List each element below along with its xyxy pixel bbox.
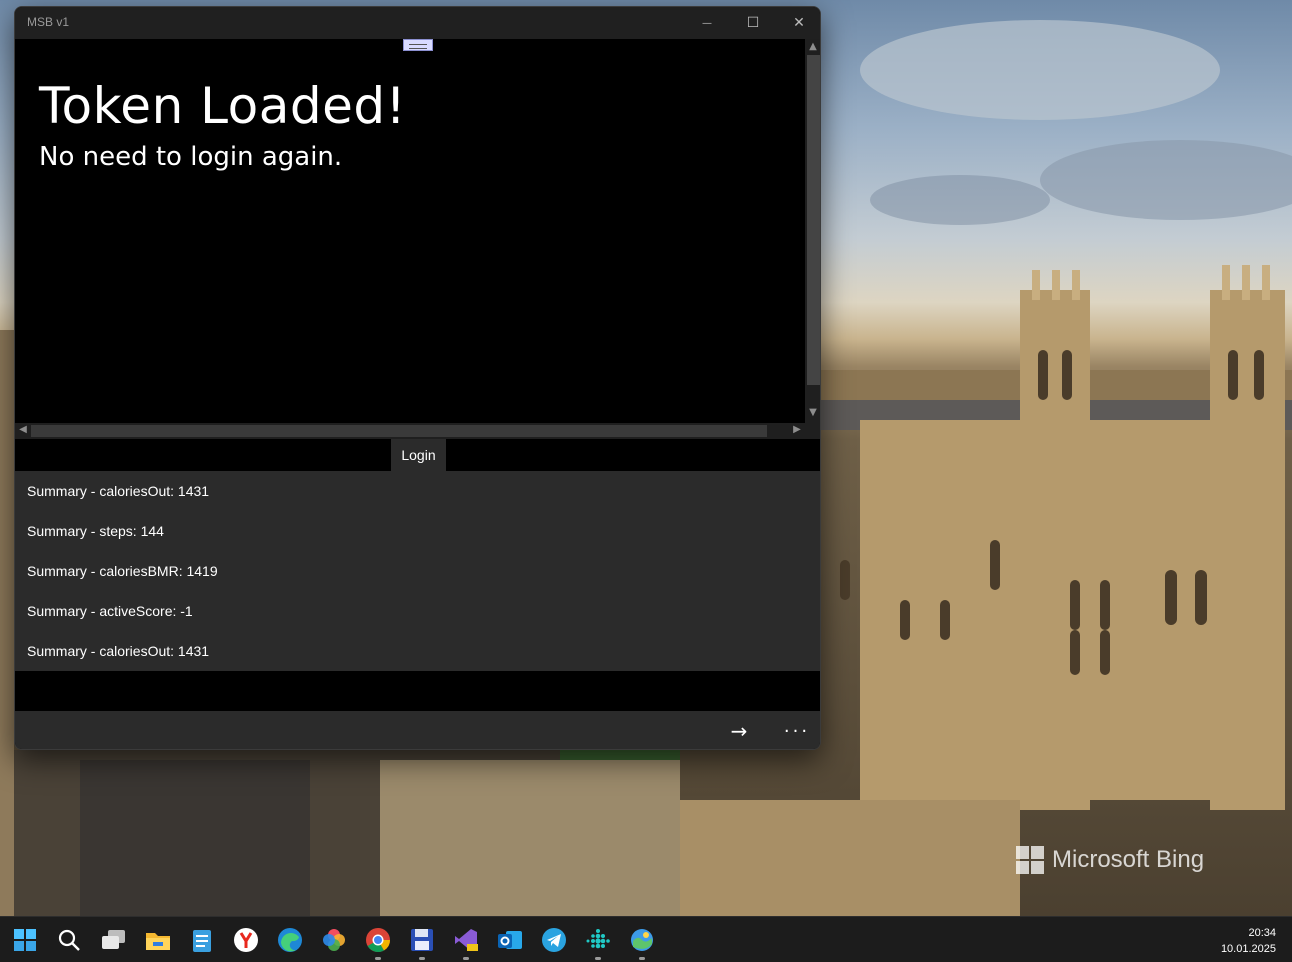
vertical-scrollbar[interactable]: ▲ ▼ — [805, 39, 820, 423]
weather-app-button[interactable] — [625, 924, 659, 960]
bing-logo-icon — [1016, 846, 1044, 874]
tray-clock[interactable]: 20:34 10.01.2025 — [1221, 925, 1276, 957]
minimize-button[interactable]: — — [684, 7, 730, 39]
list-item[interactable]: Summary - caloriesBMR: 1419 — [15, 551, 820, 591]
save-app-button[interactable] — [405, 924, 439, 960]
chrome-icon — [366, 928, 390, 953]
fitbit-button[interactable] — [581, 924, 615, 960]
summary-list: Summary - caloriesOut: 1431 Summary - st… — [15, 471, 820, 671]
minimize-icon: — — [702, 17, 712, 29]
horizontal-scrollbar[interactable]: ◀ ▶ — [15, 423, 820, 439]
save-app-icon — [411, 929, 433, 951]
edge-button[interactable] — [273, 924, 307, 956]
search-button[interactable] — [52, 924, 86, 956]
search-icon — [58, 929, 80, 951]
outlook-icon — [498, 931, 522, 949]
vertical-scroll-thumb[interactable] — [807, 55, 820, 385]
outlook-button[interactable] — [493, 924, 527, 956]
empty-band — [15, 671, 820, 711]
file-explorer-icon — [146, 933, 170, 950]
running-indicator — [375, 957, 381, 960]
task-view-icon — [102, 930, 125, 949]
start-icon — [14, 929, 36, 951]
running-indicator — [463, 957, 469, 960]
more-icon: ··· — [783, 720, 811, 742]
photos-button[interactable] — [317, 924, 351, 956]
bing-watermark-text: Microsoft Bing — [1052, 846, 1205, 873]
bing-watermark: Microsoft Bing — [1016, 846, 1204, 874]
app-window: MSB v1 — ☐ ✕ Token Loaded! No need to lo… — [14, 6, 821, 750]
fitbit-icon — [586, 929, 610, 949]
webview-panel[interactable]: Token Loaded! No need to login again. — [15, 39, 805, 423]
scroll-up-icon[interactable]: ▲ — [805, 41, 820, 52]
list-item[interactable]: Summary - steps: 144 — [15, 511, 820, 551]
token-loaded-heading: Token Loaded! — [39, 77, 407, 135]
window-title: MSB v1 — [27, 15, 70, 29]
yandex-browser-button[interactable] — [229, 924, 263, 956]
list-item[interactable]: Summary - activeScore: -1 — [15, 591, 820, 631]
clock-date: 10.01.2025 — [1220, 943, 1276, 955]
close-icon: ✕ — [793, 15, 805, 31]
scroll-right-icon[interactable]: ▶ — [789, 424, 805, 435]
list-item[interactable]: Summary - caloriesOut: 1431 — [15, 631, 820, 671]
scroll-left-icon[interactable]: ◀ — [15, 424, 31, 435]
list-item[interactable]: Summary - caloriesOut: 1431 — [15, 471, 820, 511]
photos-icon — [323, 929, 345, 951]
notepad-icon — [193, 930, 211, 952]
token-loaded-subheading: No need to login again. — [39, 142, 343, 172]
notepad-button[interactable] — [185, 924, 219, 956]
maximize-button[interactable]: ☐ — [730, 7, 776, 39]
scroll-down-icon[interactable]: ▼ — [805, 407, 820, 418]
next-button[interactable]: → — [715, 711, 763, 749]
running-indicator — [639, 957, 645, 960]
edge-icon — [278, 928, 302, 952]
running-indicator — [419, 957, 425, 960]
login-bar: Login — [15, 439, 820, 471]
window-titlebar[interactable]: MSB v1 — ☐ ✕ — [15, 7, 820, 39]
arrow-right-icon: → — [730, 719, 748, 743]
chrome-button[interactable] — [361, 924, 395, 960]
command-bar: → ··· — [15, 711, 820, 749]
visual-studio-preview-button[interactable] — [449, 924, 483, 960]
clock-time: 20:34 — [1248, 927, 1276, 939]
visual-studio-preview-icon — [455, 929, 478, 951]
horizontal-scroll-thumb[interactable] — [31, 425, 767, 437]
login-button[interactable]: Login — [391, 439, 446, 471]
maximize-icon: ☐ — [746, 15, 760, 31]
weather-icon — [631, 929, 653, 951]
more-options-button[interactable]: ··· — [773, 711, 820, 749]
yandex-browser-icon — [234, 928, 258, 952]
telegram-button[interactable] — [537, 924, 571, 956]
task-view-button[interactable] — [97, 924, 131, 956]
telegram-icon — [542, 928, 566, 952]
close-button[interactable]: ✕ — [776, 7, 820, 39]
taskbar: 20:34 10.01.2025 — [0, 916, 1292, 962]
running-indicator — [595, 957, 601, 960]
drag-handle-icon[interactable] — [403, 39, 433, 51]
start-button[interactable] — [8, 924, 42, 956]
file-explorer-button[interactable] — [141, 924, 175, 956]
